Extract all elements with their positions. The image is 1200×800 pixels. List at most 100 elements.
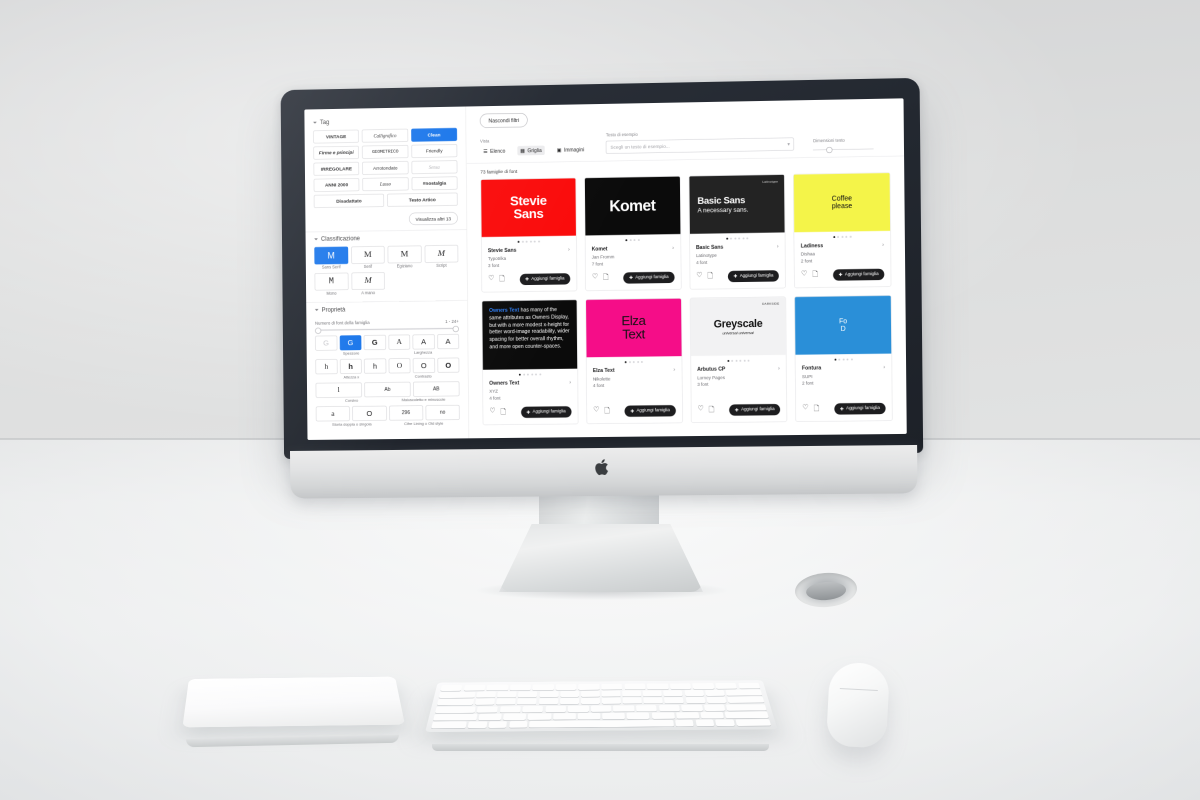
- copy-icon[interactable]: 🗋: [814, 403, 820, 415]
- keyboard-key[interactable]: [706, 697, 727, 704]
- keyboard-key[interactable]: [724, 711, 769, 719]
- keyboard-key[interactable]: [658, 704, 680, 712]
- view-tab-elenco[interactable]: ☰ Elenco: [480, 146, 508, 156]
- tag-filter-11[interactable]: #nostalgia: [411, 176, 458, 191]
- keyboard-key[interactable]: [559, 698, 579, 705]
- copy-icon[interactable]: 🗋: [500, 406, 506, 418]
- show-more-tags-button[interactable]: Visualizza altri 13: [408, 211, 458, 226]
- keyboard-key[interactable]: [518, 691, 538, 698]
- imac-screen[interactable]: Tag VINTAGE Calligrafico Clean Firme e prin…: [304, 98, 907, 440]
- property-option-3-0[interactable]: a: [315, 405, 350, 422]
- keyboard-key[interactable]: [580, 698, 600, 705]
- property-option-1-2[interactable]: h: [363, 358, 387, 374]
- keyboard-key[interactable]: [643, 697, 664, 704]
- font-card[interactable]: Coffee please Ladiness › Dishaa 2 font ♡ 🗋 ✚ Agg…: [793, 172, 892, 289]
- pagination-dot[interactable]: [734, 237, 737, 240]
- keyboard-key[interactable]: [684, 690, 704, 697]
- add-family-button[interactable]: ✚ Aggiungi famiglia: [729, 403, 781, 416]
- keyboard-key[interactable]: [476, 691, 497, 698]
- property-option-1-0[interactable]: h: [315, 358, 338, 374]
- pagination-dot[interactable]: [525, 240, 528, 243]
- pagination-dot[interactable]: [735, 359, 738, 362]
- property-option-0-4[interactable]: A: [412, 333, 435, 350]
- pagination-dot[interactable]: [837, 235, 840, 238]
- pagination-dot[interactable]: [517, 240, 520, 243]
- tag-filter-5[interactable]: Friendly: [411, 144, 458, 158]
- pagination-dot[interactable]: [739, 359, 742, 362]
- keyboard-key[interactable]: [532, 684, 554, 691]
- keyboard-key[interactable]: [622, 690, 642, 697]
- add-family-button[interactable]: ✚ Aggiungi famiglia: [519, 272, 571, 285]
- keyboard-key[interactable]: [601, 690, 621, 697]
- add-family-button[interactable]: ✚ Aggiungi famiglia: [623, 271, 675, 284]
- keyboard-key[interactable]: [700, 711, 724, 719]
- keyboard-key[interactable]: [703, 704, 726, 711]
- keyboard-key[interactable]: [435, 706, 476, 713]
- keyboard-key[interactable]: [735, 719, 772, 726]
- add-family-button[interactable]: ✚ Aggiungi famiglia: [727, 269, 780, 282]
- pagination-dot[interactable]: [727, 359, 730, 362]
- keyboard-key[interactable]: [517, 698, 537, 705]
- properties-section-header[interactable]: Proprietà: [314, 301, 459, 318]
- slider-knob-min[interactable]: [315, 327, 322, 334]
- magic-mouse[interactable]: [825, 661, 891, 749]
- tag-filter-1[interactable]: Calligrafico: [362, 128, 408, 143]
- property-option-0-5[interactable]: A: [436, 333, 460, 349]
- keyboard-key[interactable]: [468, 721, 488, 729]
- view-tab-immagini[interactable]: ▣ Immagini: [554, 145, 588, 155]
- pagination-dot[interactable]: [624, 361, 627, 364]
- tag-filter-wide-1[interactable]: Testo Artico: [387, 192, 458, 207]
- pagination-dot[interactable]: [849, 235, 852, 238]
- keyboard-key[interactable]: [725, 689, 763, 696]
- pagination-dot[interactable]: [518, 373, 521, 376]
- pagination-dot[interactable]: [632, 361, 635, 363]
- font-card[interactable]: Fo D Fontura › SUPI 2 font ♡ 🗋 ✚ Aggiungi famigl…: [794, 295, 893, 422]
- add-family-button[interactable]: ✚ Aggiungi famiglia: [624, 404, 676, 417]
- keyboard-key[interactable]: [463, 684, 486, 691]
- keyboard-key[interactable]: [508, 721, 528, 728]
- property-option-2-1[interactable]: Ab: [364, 381, 411, 397]
- keyboard-key[interactable]: [651, 712, 675, 719]
- keyboard-key[interactable]: [669, 683, 692, 690]
- pagination-dot[interactable]: [527, 373, 529, 376]
- pagination-dot[interactable]: [731, 359, 734, 362]
- pagination-dot[interactable]: [842, 358, 845, 361]
- keyboard-key[interactable]: [503, 713, 527, 720]
- pagination-dot[interactable]: [533, 240, 536, 243]
- pagination-dot[interactable]: [521, 240, 524, 243]
- keyboard-key[interactable]: [692, 683, 715, 690]
- keyboard-key[interactable]: [663, 690, 684, 697]
- copy-icon[interactable]: 🗋: [709, 404, 715, 416]
- keyboard-key[interactable]: [488, 721, 508, 728]
- property-option-1-1[interactable]: h: [339, 358, 362, 374]
- keyboard-key[interactable]: [577, 712, 601, 720]
- keyboard-key[interactable]: [664, 697, 685, 704]
- heart-icon[interactable]: ♡: [488, 274, 494, 286]
- keyboard-key[interactable]: [613, 705, 635, 712]
- classification-item-1[interactable]: M Serif: [350, 246, 385, 269]
- keyboard-key[interactable]: [602, 712, 626, 720]
- family-size-slider[interactable]: [315, 325, 459, 334]
- pagination-dot[interactable]: [834, 358, 837, 361]
- keyboard-key[interactable]: [529, 719, 674, 728]
- keyboard-key[interactable]: [509, 684, 532, 691]
- property-option-1-5[interactable]: O: [437, 357, 460, 373]
- keyboard-key[interactable]: [539, 691, 559, 698]
- keyboard-key[interactable]: [475, 698, 496, 706]
- classification-item-2[interactable]: M Egiziano: [387, 245, 422, 269]
- pagination-dot[interactable]: [743, 359, 746, 362]
- pagination-dot[interactable]: [537, 240, 540, 243]
- pagination-dot[interactable]: [625, 239, 628, 242]
- chevron-right-icon[interactable]: ›: [883, 364, 885, 370]
- keyboard-key[interactable]: [626, 712, 650, 719]
- keyboard-key[interactable]: [431, 721, 467, 729]
- magic-keyboard[interactable]: [425, 680, 778, 733]
- font-card[interactable]: DARKSIDE Greyscale universal universal Arbu…: [689, 296, 788, 424]
- chevron-right-icon[interactable]: ›: [672, 244, 674, 250]
- property-option-0-3[interactable]: A: [388, 334, 411, 350]
- tag-filter-10[interactable]: Lusso: [362, 177, 409, 192]
- add-family-button[interactable]: ✚ Aggiungi famiglia: [834, 402, 886, 415]
- heart-icon[interactable]: ♡: [801, 269, 807, 281]
- keyboard-key[interactable]: [497, 691, 517, 698]
- keyboard-key[interactable]: [675, 719, 695, 727]
